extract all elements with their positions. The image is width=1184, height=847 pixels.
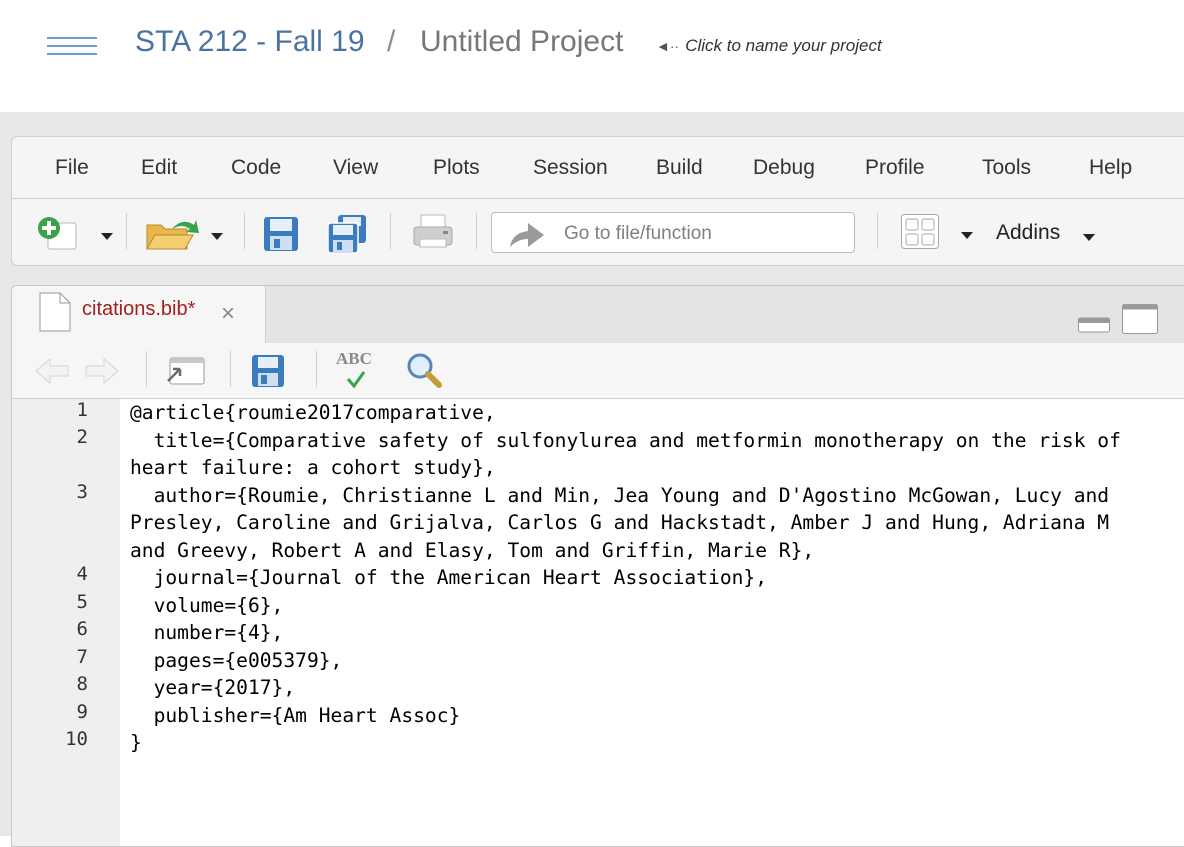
forward-arrow-icon (85, 357, 119, 385)
menu-plots[interactable]: Plots (433, 156, 480, 180)
source-editor-pane: citations.bib* × ABC 1 2 3 4 5 6 7 8 9 1… (11, 285, 1184, 847)
toolbar-divider (877, 213, 878, 249)
rename-hint-text: Click to name your project (685, 36, 882, 55)
left-arrow-icon: ◄·· (656, 38, 680, 54)
code-line: Presley, Caroline and Grijalva, Carlos G… (130, 511, 1110, 534)
menu-bar: File Edit Code View Plots Session Build … (11, 136, 1184, 198)
line-number: 3 (76, 481, 88, 503)
menu-build[interactable]: Build (656, 156, 703, 180)
line-number: 1 (76, 399, 88, 421)
go-forward-button[interactable] (82, 357, 120, 385)
editor-tab-citations[interactable]: citations.bib* × (12, 286, 266, 344)
line-number: 5 (76, 591, 88, 613)
line-number: 8 (76, 673, 88, 695)
course-link[interactable]: STA 212 - Fall 19 (135, 24, 365, 60)
minimize-pane-button[interactable] (1077, 316, 1111, 334)
menu-edit[interactable]: Edit (141, 156, 177, 180)
tab-filename: citations.bib* (82, 298, 196, 320)
menu-tools[interactable]: Tools (982, 156, 1031, 180)
menu-debug[interactable]: Debug (753, 156, 815, 180)
code-line: volume={6}, (130, 593, 284, 617)
code-line: journal={Journal of the American Heart A… (130, 566, 768, 589)
goto-file-search[interactable] (491, 212, 855, 253)
save-all-icon (327, 215, 366, 254)
line-number: 9 (76, 701, 88, 723)
editor-tab-strip: citations.bib* × (12, 286, 1184, 344)
go-back-button[interactable] (34, 357, 72, 385)
tab-close-icon[interactable]: × (221, 302, 235, 326)
maximize-pane-button[interactable] (1121, 303, 1159, 335)
addins-menu[interactable]: Addins (996, 221, 1060, 245)
toolbar-divider (476, 213, 477, 249)
code-line: heart failure: a cohort study}, (130, 456, 496, 479)
pane-layout-dropdown-caret[interactable] (961, 232, 973, 239)
line-number: 4 (76, 563, 88, 585)
code-line: pages={e005379}, (130, 648, 343, 672)
checkmark-icon (346, 371, 366, 389)
toolbar-divider (230, 351, 231, 387)
printer-icon (413, 214, 453, 248)
toolbar-divider (390, 213, 391, 249)
open-folder-icon (146, 220, 199, 250)
menu-file[interactable]: File (55, 156, 89, 180)
line-number: 10 (65, 728, 88, 750)
save-all-button[interactable] (326, 213, 370, 255)
menu-code[interactable]: Code (231, 156, 281, 180)
project-name[interactable]: Untitled Project (420, 24, 623, 60)
line-number: 7 (76, 646, 88, 668)
code-line: } (130, 731, 142, 754)
goto-file-input[interactable] (562, 221, 846, 247)
rename-hint: ◄·· Click to name your project (656, 36, 882, 56)
menu-view[interactable]: View (333, 156, 378, 180)
toolbar-divider (126, 213, 127, 249)
find-replace-button[interactable] (404, 351, 446, 391)
code-line: @article{roumie2017comparative, (130, 401, 496, 424)
code-line: number={4}, (130, 621, 284, 644)
line-number: 2 (76, 426, 88, 448)
menu-profile[interactable]: Profile (865, 156, 925, 180)
document-icon (39, 292, 71, 332)
menu-session[interactable]: Session (533, 156, 608, 180)
maximize-icon (1122, 304, 1158, 334)
minimize-icon (1078, 317, 1110, 333)
open-file-dropdown-caret[interactable] (211, 233, 223, 240)
breadcrumb-separator: / (387, 25, 396, 58)
project-header: STA 212 - Fall 19 / Untitled Project ◄··… (0, 0, 1184, 112)
goto-arrow-icon (510, 223, 544, 247)
new-file-button[interactable] (36, 215, 82, 251)
open-file-button[interactable] (144, 213, 200, 253)
line-number-gutter: 1 2 3 4 5 6 7 8 9 10 (12, 399, 120, 846)
magnifier-icon (407, 353, 442, 388)
back-arrow-icon (35, 357, 69, 385)
code-line: author={Roumie, Christianne L and Min, J… (130, 483, 1110, 507)
grid-layout-icon (901, 214, 939, 249)
show-in-new-window-button[interactable] (164, 355, 206, 387)
save-button[interactable] (262, 215, 300, 253)
toolbar-divider (244, 213, 245, 249)
new-file-icon (38, 217, 77, 250)
addins-dropdown-caret[interactable] (1083, 234, 1095, 241)
save-icon (264, 217, 298, 251)
popout-window-icon (167, 357, 205, 385)
pane-layout-button[interactable] (900, 213, 940, 251)
menu-help[interactable]: Help (1089, 156, 1132, 180)
save-icon (252, 355, 284, 387)
new-file-dropdown-caret[interactable] (101, 233, 113, 240)
save-file-button[interactable] (250, 353, 286, 389)
code-editor[interactable]: @article{roumie2017comparative, title={C… (120, 399, 1184, 846)
toolbar-divider (146, 351, 147, 387)
hamburger-menu-icon[interactable] (47, 37, 97, 61)
editor-toolbar: ABC (12, 343, 1184, 399)
code-line: year={2017}, (130, 676, 296, 699)
code-line: publisher={Am Heart Assoc} (130, 703, 461, 727)
toolbar-divider (316, 351, 317, 387)
spellcheck-button[interactable]: ABC (334, 349, 382, 391)
print-button[interactable] (412, 213, 454, 251)
code-line: and Greevy, Robert A and Elasy, Tom and … (130, 538, 815, 562)
addins-label: Addins (996, 221, 1061, 244)
main-toolbar: Addins (11, 198, 1184, 266)
code-line: title={Comparative safety of sulfonylure… (130, 428, 1121, 452)
line-number: 6 (76, 618, 88, 640)
